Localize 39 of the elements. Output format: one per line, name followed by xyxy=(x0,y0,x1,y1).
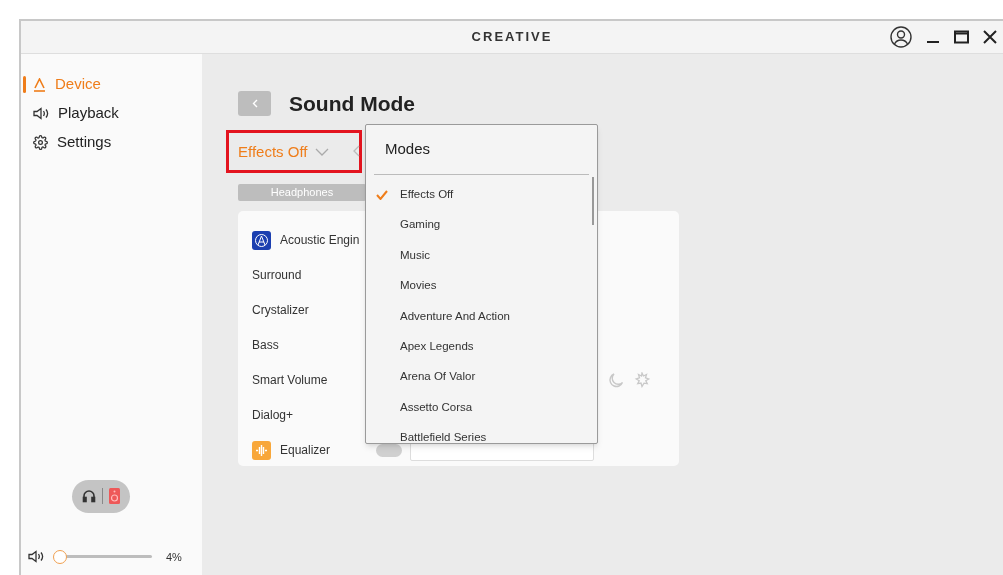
chevron-down-icon xyxy=(315,147,330,156)
menu-item[interactable]: Movies xyxy=(366,270,587,302)
sidebar-item[interactable]: Playback xyxy=(33,102,119,125)
volume-reading: 4% xyxy=(166,549,182,565)
menu-item[interactable]: Apex Legends xyxy=(366,331,587,362)
headphones-icon[interactable] xyxy=(81,489,96,503)
scrollbar-thumb[interactable] xyxy=(592,176,594,225)
setting-label: Surround xyxy=(252,267,303,284)
output-switch[interactable] xyxy=(71,479,130,513)
menu-item[interactable]: Gaming xyxy=(366,209,587,241)
setting-label: Equalizer xyxy=(280,442,332,459)
equalizer-icon xyxy=(252,440,271,460)
setting-label: Crystalizer xyxy=(252,302,310,319)
setting-label: Acoustic Engin xyxy=(280,232,361,249)
menu-item[interactable]: Battlefield Series xyxy=(366,422,587,453)
setting-label: Smart Volume xyxy=(252,372,329,389)
setting-label: Dialog+ xyxy=(252,407,295,424)
volume-slider-thumb[interactable] xyxy=(52,549,67,564)
close-icon[interactable] xyxy=(983,30,997,44)
page-title: Sound Mode xyxy=(289,91,415,117)
device-icon xyxy=(33,77,46,92)
volume-icon[interactable] xyxy=(28,550,44,564)
menu-item[interactable]: Adventure And Action xyxy=(366,301,587,332)
chevron-left-icon[interactable] xyxy=(353,144,360,157)
speaker-icon xyxy=(33,107,49,120)
sidebar-item[interactable]: Settings xyxy=(33,131,112,154)
menu-item[interactable]: Assetto Corsa xyxy=(366,392,587,423)
menu-item[interactable]: Arena Of Valor xyxy=(366,361,587,393)
maximize-icon[interactable] xyxy=(954,30,969,44)
menu-title: Modes xyxy=(385,139,432,159)
brand-logo: CREATIVE xyxy=(471,28,553,47)
menu-item[interactable]: Music xyxy=(366,240,587,271)
speaker-box-icon[interactable] xyxy=(108,488,120,504)
setting-label: Bass xyxy=(252,337,280,354)
account-icon[interactable] xyxy=(890,26,912,48)
gear-icon xyxy=(33,135,48,150)
acoustic-engine-icon xyxy=(252,230,271,250)
checkmark-icon xyxy=(376,189,388,200)
back-chevron-icon xyxy=(251,99,258,109)
